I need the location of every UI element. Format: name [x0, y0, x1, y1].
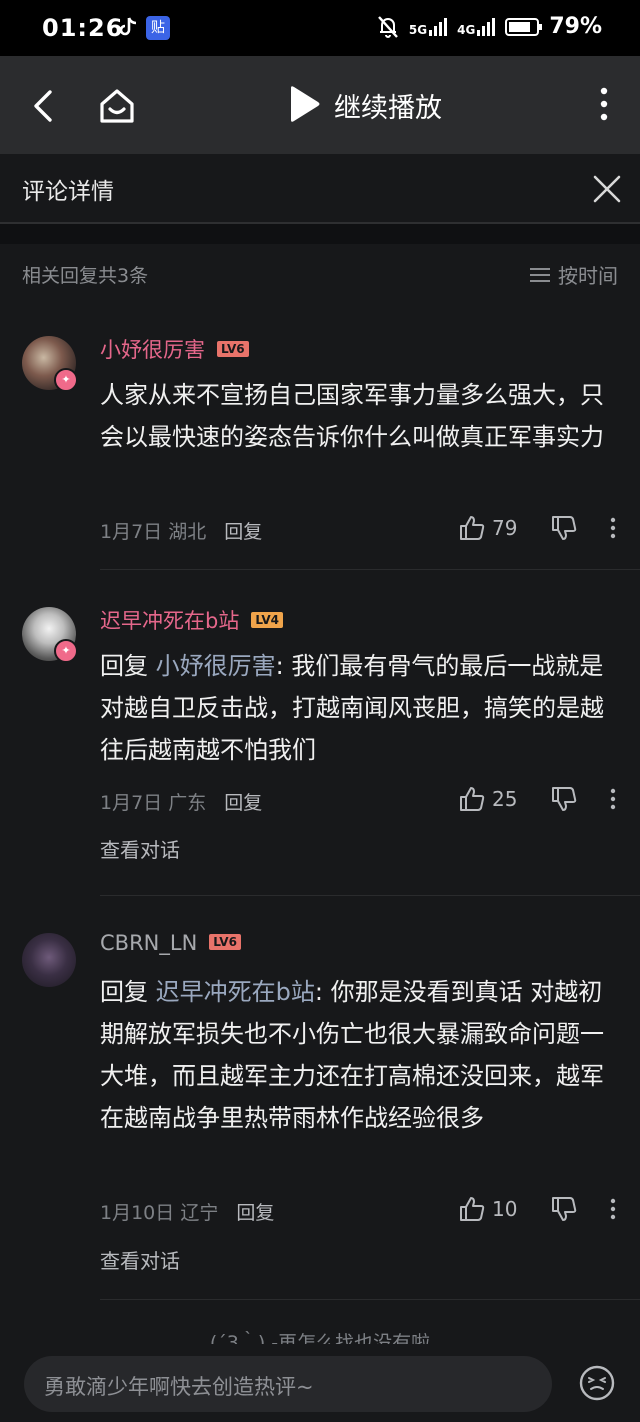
thumbs-down-icon[interactable] — [550, 1195, 578, 1223]
like-count: 25 — [492, 787, 518, 811]
reply-prefix: 回复 — [100, 652, 156, 680]
mention-link[interactable]: 小妤很厉害 — [156, 652, 276, 680]
avatar[interactable] — [22, 933, 76, 987]
comment-username[interactable]: 小妤很厉害 LV6 — [100, 334, 249, 364]
comment-meta: 1月10日 辽宁 回复 — [100, 1198, 274, 1225]
divider — [100, 1299, 640, 1300]
reply-count: 相关回复共3条 — [22, 265, 149, 287]
divider — [100, 895, 640, 896]
level-badge: LV6 — [217, 341, 249, 357]
page-title: 评论详情 — [22, 179, 114, 205]
mention-link[interactable]: 迟早冲死在b站 — [156, 978, 315, 1006]
reply-button[interactable]: 回复 — [236, 1202, 274, 1224]
back-button[interactable] — [26, 84, 62, 128]
comment-location: 辽宁 — [180, 1202, 219, 1224]
status-bar: 01:26 贴 5G 4G 79% — [0, 0, 640, 56]
reply-button[interactable]: 回复 — [224, 521, 262, 543]
signal-5g-icon: 5G — [408, 17, 448, 37]
username-text[interactable]: 迟早冲死在b站 — [100, 609, 239, 633]
top-nav-bar: 继续播放 — [0, 56, 640, 154]
comment-username[interactable]: 迟早冲死在b站 LV4 — [100, 605, 283, 635]
section-separator — [0, 224, 640, 244]
thumbs-up-icon[interactable] — [458, 514, 486, 542]
badge-icon: ✦ — [54, 639, 78, 663]
thumbs-down-icon[interactable] — [550, 514, 578, 542]
battery-icon — [505, 17, 543, 36]
home-icon — [100, 89, 134, 123]
avatar[interactable]: ✦ — [22, 336, 78, 392]
comment-location: 广东 — [168, 792, 207, 814]
more-vertical-icon[interactable] — [608, 1197, 618, 1221]
comment-meta: 1月7日 广东 回复 — [100, 788, 262, 815]
emoji-button[interactable] — [578, 1364, 616, 1402]
continue-play-label[interactable]: 继续播放 — [334, 86, 442, 125]
more-options-button[interactable] — [596, 84, 612, 124]
badge-icon: ✦ — [54, 368, 78, 392]
comment-meta: 1月7日 湖北 回复 — [100, 517, 262, 544]
level-badge: LV4 — [251, 612, 283, 628]
comment-date: 1月7日 — [100, 792, 163, 814]
comment-location: 湖北 — [168, 521, 207, 543]
comment-actions: 10 — [458, 1195, 618, 1223]
like-count: 79 — [492, 516, 518, 540]
home-button[interactable] — [96, 84, 138, 128]
signal-4g-label: 4G — [457, 22, 476, 37]
more-vertical-icon — [600, 87, 608, 121]
comment-input-placeholder[interactable]: 勇敢滴少年啊快去创造热评~ — [44, 1371, 314, 1401]
play-icon — [291, 86, 320, 122]
signal-5g-label: 5G — [408, 22, 428, 37]
comment-text: 回复 小妤很厉害: 我们最有骨气的最后一战就是对越自卫反击战，打越南闻风丧胆，搞… — [100, 645, 620, 771]
sort-by-time-button[interactable]: 按时间 — [530, 260, 618, 289]
comment-body: 人家从来不宣扬自己国家军事力量多么强大，只会以最快速的姿态告诉你什么叫做真正军事… — [100, 381, 604, 451]
mute-bell-icon — [378, 15, 398, 38]
thumbs-up-icon[interactable] — [458, 1195, 486, 1223]
username-text[interactable]: CBRN_LN — [100, 931, 197, 955]
comment-username[interactable]: CBRN_LN LV6 — [100, 931, 241, 955]
close-button[interactable] — [590, 172, 624, 206]
divider — [100, 569, 640, 570]
comment-input-bar: 勇敢滴少年啊快去创造热评~ — [0, 1344, 640, 1422]
tieba-icon: 贴 — [146, 16, 170, 40]
comment-text: 回复 迟早冲死在b站: 你那是没看到真话 对越初期解放军损失也不小伤亡也很大暴漏… — [100, 971, 620, 1139]
thumbs-down-icon[interactable] — [550, 785, 578, 813]
sort-label: 按时间 — [558, 264, 618, 288]
view-dialog-link[interactable]: 查看对话 — [100, 834, 180, 863]
level-badge: LV6 — [209, 934, 241, 950]
status-indicators: 5G 4G 79% — [377, 14, 602, 39]
avatar[interactable]: ✦ — [22, 607, 78, 663]
emoji-icon — [579, 1365, 615, 1401]
battery-percent: 79% — [549, 14, 602, 39]
status-time: 01:26 — [42, 14, 124, 42]
close-icon — [593, 175, 621, 203]
continue-play-button[interactable] — [286, 84, 322, 124]
chevron-left-icon — [34, 90, 52, 122]
reply-prefix: 回复 — [100, 978, 156, 1006]
view-dialog-link[interactable]: 查看对话 — [100, 1245, 180, 1274]
comment-text: 人家从来不宣扬自己国家军事力量多么强大，只会以最快速的姿态告诉你什么叫做真正军事… — [100, 374, 620, 458]
tiktok-icon — [118, 16, 138, 43]
more-vertical-icon[interactable] — [608, 787, 618, 811]
comment-date: 1月7日 — [100, 521, 163, 543]
comment-actions: 79 — [458, 514, 618, 542]
signal-4g-icon: 4G — [457, 17, 496, 37]
comment-detail-header: 评论详情 — [0, 154, 640, 224]
comment-date: 1月10日 — [100, 1202, 175, 1224]
username-text[interactable]: 小妤很厉害 — [100, 338, 205, 362]
comment-input[interactable]: 勇敢滴少年啊快去创造热评~ — [24, 1356, 552, 1412]
more-vertical-icon[interactable] — [608, 516, 618, 540]
thumbs-up-icon[interactable] — [458, 785, 486, 813]
sort-icon — [530, 267, 550, 283]
like-count: 10 — [492, 1197, 518, 1221]
comment-actions: 25 — [458, 785, 618, 813]
reply-button[interactable]: 回复 — [224, 792, 262, 814]
